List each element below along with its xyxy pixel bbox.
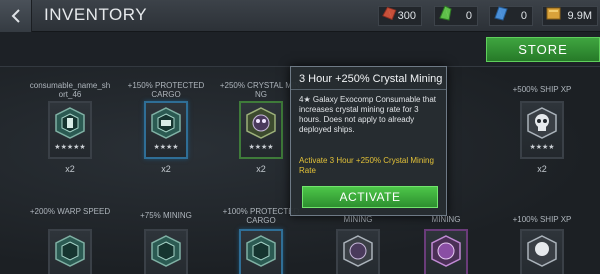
item-label: +200% WARP SPEED xyxy=(29,207,111,216)
item-label: +75% MINING xyxy=(140,211,192,220)
inventory-item[interactable]: consumable_name_short_46 ★★★★★ x2 xyxy=(28,81,112,191)
cargo-badge-icon xyxy=(246,235,276,267)
resource-counter-parsteel: 300 xyxy=(378,6,422,26)
crystal-green-icon xyxy=(439,5,452,21)
item-tile xyxy=(520,229,564,274)
divider xyxy=(291,89,446,90)
item-quantity: x2 xyxy=(161,164,171,174)
skull-badge-icon xyxy=(527,107,557,139)
item-quantity: x2 xyxy=(537,164,547,174)
item-tile xyxy=(424,229,468,274)
resource-value: 0 xyxy=(465,10,472,22)
mining-badge-icon xyxy=(431,235,461,267)
warp-badge-icon xyxy=(55,235,85,267)
star-rating: ★★★★ xyxy=(529,144,555,151)
chevron-left-icon xyxy=(11,9,20,23)
inventory-item[interactable]: +75% MINING xyxy=(124,207,208,274)
item-tile xyxy=(48,229,92,274)
star-rating: ★★★★ xyxy=(153,144,179,151)
inventory-item[interactable]: +500% SHIP XP ★★★★ x2 xyxy=(500,81,584,191)
item-tile xyxy=(144,229,188,274)
inventory-item[interactable]: +200% WARP SPEED xyxy=(28,207,112,274)
resource-value: 300 xyxy=(397,10,416,22)
resource-value: 0 xyxy=(520,10,527,22)
item-tooltip: 3 Hour +250% Crystal Mining 4★ Galaxy Ex… xyxy=(290,66,447,216)
top-bar: INVENTORY 300 0 0 9.9M xyxy=(0,0,600,32)
page-title: INVENTORY xyxy=(44,5,148,24)
tooltip-action-text: Activate 3 Hour +250% Crystal Mining Rat… xyxy=(299,156,434,175)
mining-badge-icon xyxy=(151,235,181,267)
inventory-item[interactable]: MINING xyxy=(404,207,488,274)
item-tile: ★★★★★ xyxy=(48,101,92,159)
mining-badge-icon xyxy=(343,235,373,267)
inventory-item[interactable]: +150% PROTECTED CARGO ★★★★ x2 xyxy=(124,81,208,191)
activate-button[interactable]: ACTIVATE xyxy=(302,186,438,208)
skull-badge-icon xyxy=(527,235,557,267)
tooltip-description: 4★ Galaxy Exocomp Consumable that increa… xyxy=(299,95,437,134)
inventory-item[interactable]: +100% SHIP XP xyxy=(500,207,584,274)
mining-badge-icon xyxy=(246,107,276,139)
item-label: MINING xyxy=(431,215,461,224)
resource-counter-dilithium: 0 xyxy=(489,6,533,26)
inventory-item[interactable]: +100% PROTECTED CARGO xyxy=(219,207,303,274)
store-button[interactable]: STORE xyxy=(486,37,600,62)
resource-value: 9.9M xyxy=(567,10,592,22)
crystal-blue-icon xyxy=(494,6,508,21)
cargo-badge-icon xyxy=(55,107,85,139)
item-label: +100% SHIP XP xyxy=(512,215,572,224)
back-button[interactable] xyxy=(0,0,32,32)
item-label: MINING xyxy=(343,215,373,224)
item-quantity: x2 xyxy=(65,164,75,174)
crystal-red-icon xyxy=(382,6,397,21)
star-rating: ★★★★ xyxy=(248,144,274,151)
inventory-item[interactable]: MINING xyxy=(316,207,400,274)
star-rating: ★★★★★ xyxy=(54,144,86,151)
resource-counter-latinum: 9.9M xyxy=(542,6,598,26)
item-tile: ★★★★ xyxy=(144,101,188,159)
tooltip-title: 3 Hour +250% Crystal Mining xyxy=(299,73,443,85)
item-tile xyxy=(336,229,380,274)
item-tile xyxy=(239,229,283,274)
item-label: consumable_name_short_46 xyxy=(29,81,111,99)
item-label: +150% PROTECTED CARGO xyxy=(127,81,205,99)
latinum-icon xyxy=(546,7,561,20)
item-tile: ★★★★ xyxy=(520,101,564,159)
cargo-badge-icon xyxy=(151,107,181,139)
item-label: +500% SHIP XP xyxy=(512,85,572,94)
item-tile: ★★★★ xyxy=(239,101,283,159)
resource-counter-tritanium: 0 xyxy=(434,5,478,26)
